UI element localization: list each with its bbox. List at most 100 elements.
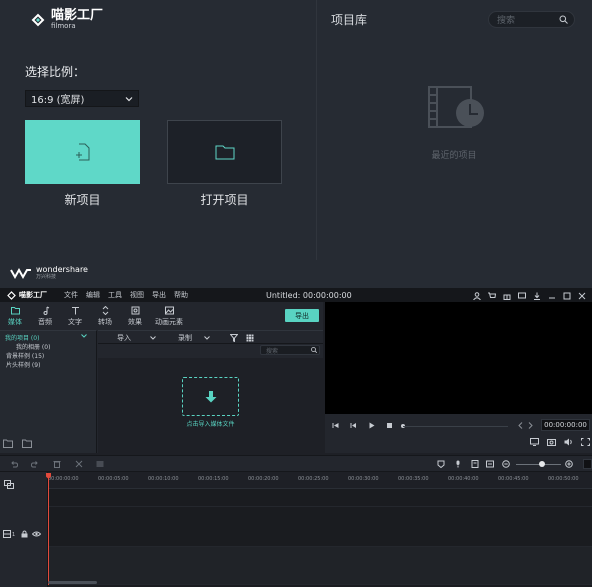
step-back-icon[interactable]	[350, 422, 357, 429]
filter-icon[interactable]	[230, 334, 238, 342]
tab-effects[interactable]: 效果	[120, 306, 150, 330]
chevron-down-icon[interactable]	[150, 335, 156, 341]
render-preview-icon[interactable]	[437, 460, 445, 468]
timeline-scrollbar[interactable]	[48, 581, 97, 584]
sidebar-item-my-albums[interactable]: 我的相册 (0)	[16, 342, 50, 351]
eye-icon[interactable]	[32, 531, 41, 537]
grid-view-icon[interactable]	[246, 334, 254, 342]
lock-icon[interactable]	[21, 530, 28, 538]
zoom-slider-handle[interactable]	[539, 461, 545, 467]
subtitle-icon[interactable]	[486, 460, 494, 468]
menu-tools[interactable]: 工具	[108, 290, 122, 300]
timeline-ruler[interactable]: 00:00:00:00 00:00:05:00 00:00:10:00 00:0…	[48, 472, 592, 489]
ruler-tick-label: 00:00:30:00	[348, 476, 379, 482]
transition-icon	[102, 306, 108, 315]
maximize-icon[interactable]	[563, 290, 571, 300]
preview-panel: 00:00:00:00	[325, 302, 592, 453]
delete-icon[interactable]	[53, 460, 61, 468]
voiceover-icon[interactable]	[471, 460, 479, 468]
track-number: 1	[12, 532, 16, 538]
tab-transitions[interactable]: 转场	[90, 306, 120, 330]
media-tabs: 媒体 音频 文字 转场 效果 动画元素	[0, 306, 188, 330]
tab-text-label: 文字	[68, 318, 82, 326]
wondershare-logo-icon	[10, 267, 31, 279]
volume-icon[interactable]	[564, 438, 573, 446]
chevron-down-icon[interactable]	[81, 333, 87, 339]
snapshot-icon[interactable]	[547, 438, 556, 446]
tab-audio[interactable]: 音频	[30, 306, 60, 330]
menu-help[interactable]: 帮助	[174, 290, 188, 300]
zoom-out-icon[interactable]	[502, 460, 510, 468]
minimize-icon[interactable]	[548, 290, 556, 299]
timeline-tracks[interactable]	[48, 489, 592, 587]
close-icon[interactable]	[578, 290, 586, 300]
aspect-ratio-select[interactable]: 16:9 (宽屏)	[25, 90, 139, 107]
menu-file[interactable]: 文件	[64, 290, 78, 300]
ruler-tick-label: 00:00:45:00	[498, 476, 529, 482]
ruler-tick-label: 00:00:50:00	[548, 476, 579, 482]
display-settings-icon[interactable]	[530, 438, 539, 446]
import-dropdown[interactable]: 导入	[117, 333, 131, 343]
gift-icon[interactable]	[503, 290, 511, 300]
track-row	[48, 547, 592, 585]
mark-out-icon[interactable]	[527, 422, 534, 429]
zoom-in-icon[interactable]	[565, 460, 573, 468]
timeline-zoom-fit-button[interactable]	[583, 459, 592, 469]
editor-app-logo: 喵影工厂	[7, 290, 47, 300]
logo-subtitle: filmora	[51, 22, 76, 30]
ruler-tick-label: 00:00:25:00	[298, 476, 329, 482]
open-project-button[interactable]	[167, 120, 282, 184]
timeline-toolbar	[0, 455, 592, 472]
redo-icon[interactable]	[31, 460, 39, 468]
adjust-icon[interactable]	[96, 460, 104, 468]
launcher-window: 喵影工厂 filmora 选择比例： 16:9 (宽屏) 新项目 打开项目 项目…	[0, 0, 592, 288]
cut-icon[interactable]	[75, 460, 83, 468]
mark-in-icon[interactable]	[517, 422, 524, 429]
import-media-dropzone[interactable]	[182, 377, 239, 416]
cart-icon[interactable]	[488, 290, 497, 298]
track-header-column: 1	[0, 472, 48, 587]
play-icon[interactable]	[368, 422, 375, 429]
undo-icon[interactable]	[10, 460, 18, 468]
folder-icon[interactable]	[22, 439, 32, 448]
playhead[interactable]	[48, 473, 49, 585]
add-track-icon[interactable]	[4, 480, 14, 489]
ruler-tick-label: 00:00:15:00	[198, 476, 229, 482]
fullscreen-icon[interactable]	[581, 438, 590, 446]
import-media-text[interactable]: 点击导入媒体文件	[158, 419, 263, 428]
download-icon[interactable]	[533, 290, 541, 300]
account-icon[interactable]	[473, 290, 481, 301]
stop-icon[interactable]	[386, 422, 393, 429]
ratio-label: 选择比例：	[25, 65, 86, 79]
tab-elements[interactable]: 动画元素	[150, 306, 188, 330]
new-folder-icon[interactable]	[3, 439, 13, 448]
brand-subtitle: 万兴科技	[36, 274, 57, 280]
project-library-title: 项目库	[331, 13, 368, 27]
chevron-down-icon[interactable]	[204, 335, 210, 341]
import-arrow-icon	[205, 391, 217, 403]
aspect-ratio-value: 16:9 (宽屏)	[31, 95, 85, 106]
export-button[interactable]: 导出	[285, 309, 319, 322]
preview-timecode: 00:00:00:00	[541, 419, 590, 431]
tab-media[interactable]: 媒体	[0, 306, 30, 330]
media-search-placeholder: 搜索	[266, 348, 279, 355]
media-search-input[interactable]: 搜索	[260, 345, 320, 355]
new-project-button[interactable]	[25, 120, 140, 184]
record-dropdown[interactable]: 录制	[178, 333, 192, 343]
library-search-input[interactable]: 搜索	[488, 11, 575, 28]
preview-scrubber[interactable]	[403, 426, 508, 427]
filmora-logo-icon	[31, 13, 45, 26]
sidebar-item-sample-videos[interactable]: 片头样例 (9)	[6, 360, 40, 369]
sidebar-item-sample-colors[interactable]: 背景样例 (15)	[6, 351, 44, 360]
menu-export[interactable]: 导出	[152, 290, 166, 300]
microphone-icon[interactable]	[454, 460, 462, 468]
editor-window: 喵影工厂 文件 编辑 工具 视图 导出 帮助 Untitled: 00:00:0…	[0, 288, 592, 587]
document-title: Untitled: 00:00:00:00	[266, 291, 352, 300]
logo-title: 喵影工厂	[51, 8, 104, 23]
menu-edit[interactable]: 编辑	[86, 290, 100, 300]
feedback-icon[interactable]	[518, 290, 526, 299]
sidebar-item-project-media[interactable]: 我的项目 (0)	[5, 333, 39, 342]
tab-text[interactable]: 文字	[60, 306, 90, 330]
menu-view[interactable]: 视图	[130, 290, 144, 300]
skip-back-icon[interactable]	[332, 422, 339, 429]
